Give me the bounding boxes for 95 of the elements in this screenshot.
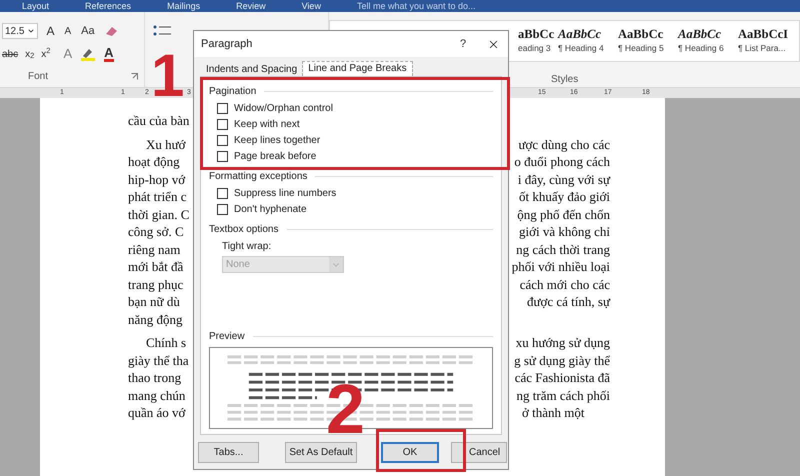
document-text: xu hướng sử dụng bbox=[516, 334, 610, 352]
document-text: công sở. C bbox=[128, 223, 184, 241]
grow-font-button[interactable]: A bbox=[44, 22, 56, 40]
document-text: o đuổi phong cách bbox=[514, 153, 610, 171]
ribbon-tab[interactable]: Review bbox=[236, 2, 266, 10]
group-label: Styles bbox=[551, 73, 580, 87]
dialog-button[interactable]: Set As Default bbox=[285, 442, 357, 462]
document-text: quần áo vớ bbox=[128, 404, 186, 422]
document-text: mang chún bbox=[128, 386, 186, 405]
document-text: ở thành một bbox=[522, 404, 586, 422]
document-text: ốt khuấy đảo giới bbox=[519, 188, 610, 206]
chevron-icon bbox=[27, 27, 36, 35]
dialog-button[interactable]: Tabs... bbox=[198, 442, 259, 462]
document-text: được cá tính, sự bbox=[526, 293, 610, 311]
change-case-button[interactable]: Aa bbox=[79, 22, 97, 40]
document-text: g sử dụng giày thể bbox=[514, 352, 610, 370]
dialog-tab[interactable]: Line and Page Breaks bbox=[302, 61, 413, 76]
checkbox[interactable] bbox=[217, 134, 228, 146]
style-preview: AaBbCc bbox=[618, 26, 664, 42]
document-text: giới và không chỉ bbox=[519, 223, 610, 241]
style-item[interactable]: AaBbCc ¶ Heading 6 bbox=[678, 21, 738, 61]
step-number: 1 bbox=[151, 46, 184, 106]
style-item[interactable]: AaBbCcI ¶ List Para... bbox=[738, 21, 799, 61]
document-text: phối với nhiều loại bbox=[512, 258, 610, 276]
style-preview: aBbCc bbox=[518, 26, 554, 42]
text-effects-button[interactable]: A bbox=[63, 44, 72, 64]
shrink-font-button[interactable]: A bbox=[62, 24, 74, 38]
document-text: phát triển c bbox=[128, 188, 186, 206]
font-size-field[interactable]: 12.5 bbox=[2, 23, 38, 39]
dialog-tab[interactable]: Indents and Spacing bbox=[201, 64, 302, 76]
group-label: Font bbox=[28, 70, 48, 84]
checkbox-label: Don't hyphenate bbox=[234, 202, 307, 216]
document-text: thời gian. C bbox=[128, 206, 190, 224]
document-text: Chính s bbox=[145, 334, 186, 352]
ribbon-tab[interactable]: Layout bbox=[22, 2, 50, 10]
superscript-button[interactable]: x$^{2}$ bbox=[41, 46, 50, 62]
ribbon-tab[interactable]: References bbox=[85, 2, 132, 10]
document-text: năng động bbox=[128, 310, 183, 329]
style-item[interactable]: AaBbCc ¶ Heading 4 bbox=[558, 21, 618, 61]
style-name: eading 3 bbox=[518, 42, 551, 56]
help-button[interactable]: ? bbox=[455, 36, 471, 52]
document-text: ng cách thời trang bbox=[516, 240, 610, 259]
document-text: bạn nữ dù bbox=[128, 293, 180, 311]
checkbox[interactable] bbox=[217, 150, 228, 162]
checkbox[interactable] bbox=[217, 204, 228, 214]
bullet-list-icon[interactable] bbox=[152, 24, 173, 38]
document-text: hoạt động bbox=[128, 153, 180, 171]
checkbox-label: Page break before bbox=[234, 150, 316, 164]
style-name: ¶ List Para... bbox=[738, 42, 786, 56]
ribbon-tab[interactable]: View bbox=[302, 2, 321, 10]
highlighter-icon[interactable] bbox=[79, 47, 98, 61]
style-name: ¶ Heading 6 bbox=[678, 42, 724, 56]
document-text: giày thể tha bbox=[128, 352, 189, 370]
checkbox[interactable] bbox=[217, 188, 228, 198]
dialog-title: Paragraph bbox=[201, 36, 252, 52]
document-text: cách mới cho các bbox=[520, 276, 610, 294]
group-title: Preview bbox=[209, 330, 245, 344]
strikethrough-button[interactable]: abc bbox=[2, 46, 18, 62]
document-text: ược dùng cho các bbox=[518, 136, 610, 154]
group-title: Formatting exceptions bbox=[209, 170, 308, 184]
style-name: ¶ Heading 4 bbox=[558, 42, 604, 56]
tell-me-search[interactable]: Tell me what you want to do... bbox=[356, 2, 476, 10]
style-preview: AaBbCc bbox=[678, 26, 722, 42]
field-label: Tight wrap: bbox=[222, 240, 272, 254]
document-text: hip-hop vớ bbox=[128, 170, 186, 189]
document-text: thao trong bbox=[128, 369, 182, 387]
checkbox-label: Widow/Orphan control bbox=[234, 102, 333, 116]
style-preview: AaBbCc bbox=[558, 26, 602, 42]
document-text: ng trăm cách phối bbox=[516, 386, 610, 405]
document-text: các Fashionista đã bbox=[514, 369, 610, 387]
style-item[interactable]: AaBbCc ¶ Heading 5 bbox=[618, 21, 678, 61]
checkbox[interactable] bbox=[217, 118, 228, 130]
checkbox-label: Keep lines together bbox=[234, 134, 320, 148]
document-text: ộng phố đến chốn bbox=[517, 206, 610, 224]
subscript-button[interactable]: x$_{2}$ bbox=[25, 46, 34, 62]
dialog-button[interactable]: OK bbox=[381, 442, 439, 462]
font-color-button[interactable]: A bbox=[104, 46, 114, 62]
checkbox-label: Keep with next bbox=[234, 118, 300, 132]
document-text: trang phục bbox=[128, 276, 184, 294]
style-preview: AaBbCcI bbox=[738, 26, 788, 42]
document-text: Xu hướ bbox=[145, 136, 186, 154]
document-text: i đây, cùng với sự bbox=[518, 170, 610, 189]
style-item[interactable]: aBbCc eading 3 bbox=[518, 21, 558, 61]
group-title: Textbox options bbox=[209, 223, 278, 237]
document-text: cầu của bàn bbox=[128, 112, 190, 130]
dialog-button[interactable]: Cancel bbox=[451, 442, 507, 462]
ribbon-tab[interactable]: Mailings bbox=[167, 2, 200, 10]
group-title: Pagination bbox=[209, 85, 256, 99]
step-number: 2 bbox=[326, 374, 365, 444]
document-text: riêng nam bbox=[128, 240, 180, 259]
dialog-launcher-icon[interactable] bbox=[130, 73, 138, 80]
style-name: ¶ Heading 5 bbox=[618, 42, 664, 56]
checkbox[interactable] bbox=[217, 102, 228, 114]
checkbox-label: Suppress line numbers bbox=[234, 186, 336, 200]
document-text: mới bắt đầ bbox=[128, 258, 184, 276]
